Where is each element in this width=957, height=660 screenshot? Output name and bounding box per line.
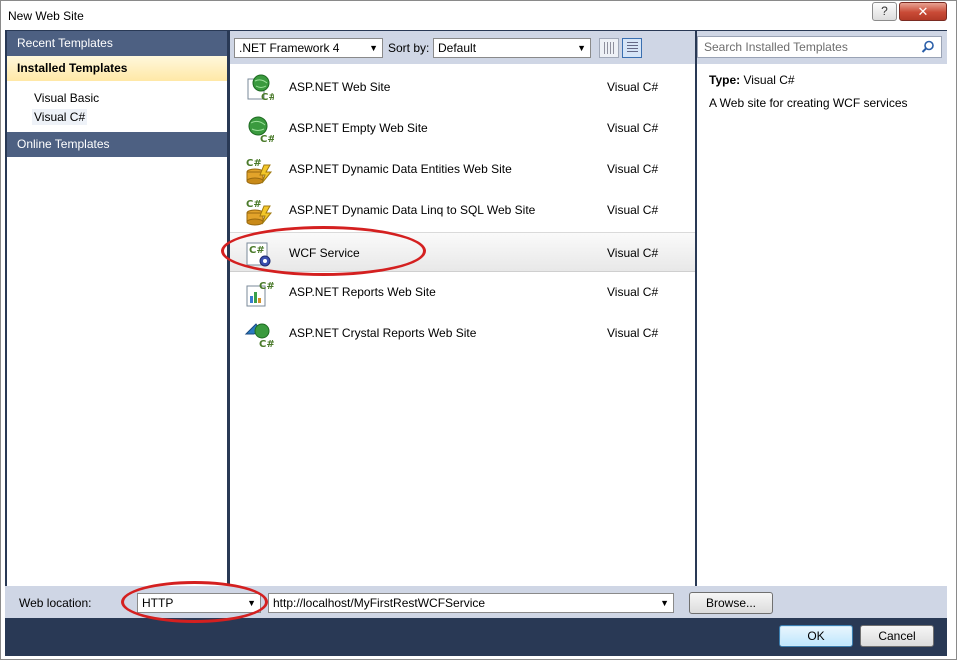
template-toolbar: .NET Framework 4 ▼ Sort by: Default ▼ bbox=[230, 31, 695, 64]
sort-by-label: Sort by: bbox=[388, 41, 430, 55]
svg-text:C#: C# bbox=[246, 199, 262, 210]
recent-templates-header[interactable]: Recent Templates bbox=[7, 31, 227, 56]
template-language: Visual C# bbox=[607, 80, 659, 94]
template-details-panel: Type: Visual C# A Web site for creating … bbox=[697, 64, 947, 586]
template-name: ASP.NET Dynamic Data Entities Web Site bbox=[289, 162, 512, 176]
chevron-down-icon: ▼ bbox=[247, 598, 256, 608]
sidebar-item-visual-basic[interactable]: Visual Basic bbox=[34, 91, 99, 105]
svg-text:C#: C# bbox=[261, 92, 274, 103]
template-row-aspnet-empty-web-site[interactable]: C# ASP.NET Empty Web Site Visual C# bbox=[230, 108, 695, 148]
web-location-url-input[interactable]: http://localhost/MyFirstRestWCFService ▼ bbox=[268, 593, 674, 613]
type-label: Type: bbox=[709, 73, 741, 87]
ok-button[interactable]: OK bbox=[779, 625, 853, 647]
chevron-down-icon: ▼ bbox=[660, 598, 669, 608]
search-placeholder: Search Installed Templates bbox=[704, 40, 848, 54]
chevron-down-icon: ▼ bbox=[369, 43, 378, 53]
template-row-aspnet-reports[interactable]: C# ASP.NET Reports Web Site Visual C# bbox=[230, 272, 695, 312]
template-categories-panel: Recent Templates Installed Templates Vis… bbox=[7, 31, 227, 586]
template-description: A Web site for creating WCF services bbox=[709, 96, 908, 110]
installed-templates-header[interactable]: Installed Templates bbox=[7, 56, 227, 81]
web-site-icon: C# bbox=[247, 74, 274, 103]
template-row-dynamic-data-entities[interactable]: C# ASP.NET Dynamic Data Entities Web Sit… bbox=[230, 149, 695, 189]
template-name: ASP.NET Crystal Reports Web Site bbox=[289, 326, 477, 340]
template-language: Visual C# bbox=[607, 246, 659, 260]
template-language: Visual C# bbox=[607, 326, 659, 340]
protocol-value: HTTP bbox=[142, 596, 174, 610]
title-bar: New Web Site ? ✕ bbox=[1, 1, 956, 31]
template-name: ASP.NET Reports Web Site bbox=[289, 285, 436, 299]
help-button[interactable]: ? bbox=[872, 2, 897, 21]
browse-button[interactable]: Browse... bbox=[689, 592, 773, 614]
template-language: Visual C# bbox=[607, 121, 659, 135]
reports-icon: C# bbox=[246, 281, 274, 307]
online-templates-header[interactable]: Online Templates bbox=[7, 132, 227, 157]
grid-view-icon bbox=[604, 42, 615, 54]
list-view-icon bbox=[627, 42, 638, 54]
template-language: Visual C# bbox=[607, 285, 659, 299]
dynamic-data-icon: C# bbox=[246, 158, 273, 185]
details-view-button[interactable] bbox=[622, 38, 642, 58]
search-input[interactable]: Search Installed Templates bbox=[697, 36, 942, 58]
svg-text:C#: C# bbox=[259, 281, 274, 292]
svg-text:C#: C# bbox=[259, 339, 274, 349]
svg-text:C#: C# bbox=[246, 158, 262, 169]
dynamic-data-icon: C# bbox=[246, 199, 273, 226]
search-icon[interactable] bbox=[921, 40, 935, 54]
template-list: C# ASP.NET Web Site Visual C# C# ASP.NET… bbox=[230, 64, 695, 586]
medium-icons-view-button[interactable] bbox=[599, 38, 619, 58]
chevron-down-icon: ▼ bbox=[577, 43, 586, 53]
search-bar-area: Search Installed Templates bbox=[697, 31, 947, 64]
cancel-button[interactable]: Cancel bbox=[860, 625, 934, 647]
template-row-aspnet-web-site[interactable]: C# ASP.NET Web Site Visual C# bbox=[230, 67, 695, 107]
crystal-reports-icon: C# bbox=[244, 323, 274, 349]
template-row-wcf-service[interactable]: C# WCF Service Visual C# bbox=[230, 232, 695, 272]
template-name: WCF Service bbox=[289, 246, 360, 260]
framework-select-value: .NET Framework 4 bbox=[239, 41, 340, 55]
template-row-crystal-reports[interactable]: C# ASP.NET Crystal Reports Web Site Visu… bbox=[230, 313, 695, 353]
dialog-title: New Web Site bbox=[8, 9, 84, 23]
svg-text:C#: C# bbox=[249, 245, 265, 256]
template-name: ASP.NET Dynamic Data Linq to SQL Web Sit… bbox=[289, 203, 536, 217]
close-button[interactable]: ✕ bbox=[899, 2, 947, 21]
template-type-line: Type: Visual C# bbox=[709, 73, 795, 87]
web-location-label: Web location: bbox=[19, 596, 92, 610]
url-value: http://localhost/MyFirstRestWCFService bbox=[273, 596, 486, 610]
globe-icon: C# bbox=[248, 116, 274, 144]
template-row-dynamic-data-linq[interactable]: C# ASP.NET Dynamic Data Linq to SQL Web … bbox=[230, 190, 695, 230]
template-language: Visual C# bbox=[607, 203, 659, 217]
sidebar-item-visual-csharp[interactable]: Visual C# bbox=[32, 109, 88, 125]
template-name: ASP.NET Web Site bbox=[289, 80, 391, 94]
type-value: Visual C# bbox=[743, 73, 795, 87]
sort-select[interactable]: Default ▼ bbox=[433, 38, 591, 58]
wcf-service-icon: C# bbox=[246, 242, 271, 267]
sort-select-value: Default bbox=[438, 41, 477, 55]
template-name: ASP.NET Empty Web Site bbox=[289, 121, 428, 135]
template-language: Visual C# bbox=[607, 162, 659, 176]
svg-text:C#: C# bbox=[260, 134, 274, 144]
web-location-protocol-select[interactable]: HTTP ▼ bbox=[137, 593, 261, 613]
framework-select[interactable]: .NET Framework 4 ▼ bbox=[234, 38, 383, 58]
